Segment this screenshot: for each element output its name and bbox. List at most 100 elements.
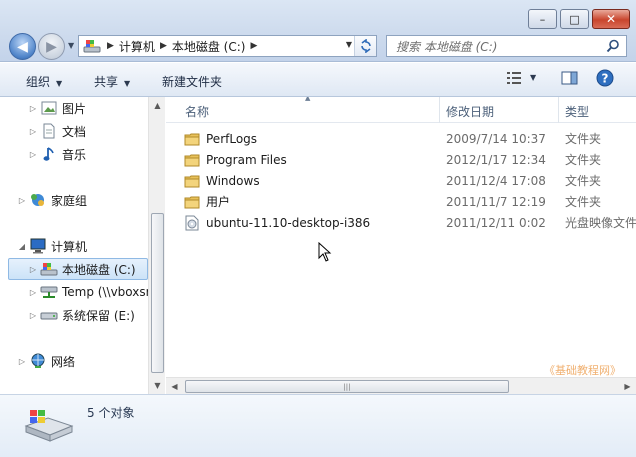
item-count: 5 个对象 bbox=[87, 406, 135, 420]
nav-item-homegroup[interactable]: ▷ 家庭组 bbox=[17, 189, 87, 211]
local-disk-large-icon bbox=[22, 408, 74, 445]
mouse-pointer-icon bbox=[318, 242, 332, 262]
expand-arrow-icon[interactable]: ▷ bbox=[28, 311, 38, 320]
back-arrow-icon: ◀ bbox=[17, 38, 28, 55]
breadcrumb-separator-icon[interactable]: ▶ bbox=[160, 41, 167, 51]
expand-arrow-icon[interactable]: ▷ bbox=[28, 127, 38, 136]
file-type: 文件夹 bbox=[565, 153, 602, 167]
svg-text:?: ? bbox=[602, 72, 609, 86]
refresh-button[interactable] bbox=[354, 36, 376, 56]
search-input[interactable]: 搜索 本地磁盘 (C:) bbox=[386, 35, 627, 57]
column-header-type[interactable]: 类型 bbox=[565, 103, 589, 120]
local-disk-icon bbox=[82, 37, 102, 55]
nav-item-computer[interactable]: ◢ 计算机 bbox=[17, 235, 87, 257]
expand-arrow-icon[interactable]: ▷ bbox=[28, 288, 38, 297]
file-type: 文件夹 bbox=[565, 132, 602, 146]
refresh-icon bbox=[360, 39, 371, 53]
scroll-down-arrow-icon[interactable]: ▼ bbox=[149, 377, 166, 394]
nav-item-system-reserved-e[interactable]: ▷ 系统保留 (E:) bbox=[28, 304, 135, 326]
view-options-dropdown-icon[interactable]: ▼ bbox=[530, 73, 536, 82]
breadcrumb-computer[interactable]: 计算机 bbox=[119, 38, 155, 55]
nav-item-documents[interactable]: ▷ 文档 bbox=[28, 120, 86, 142]
drive-icon bbox=[40, 307, 58, 323]
change-view-button[interactable] bbox=[506, 71, 522, 88]
command-bar: 组织 ▼ 共享 ▼ 新建文件夹 ▼ ? bbox=[0, 63, 636, 97]
maximize-icon: □ bbox=[569, 12, 580, 26]
window-titlebar: – □ ✕ ◀ ▶ ▼ ▶ 计算机 ▶ 本地磁盘 (C:) ▶ ▼ 搜索 本地磁… bbox=[0, 0, 636, 62]
minimize-button[interactable]: – bbox=[528, 9, 557, 29]
expand-arrow-icon[interactable]: ▷ bbox=[17, 357, 27, 366]
scroll-up-arrow-icon[interactable]: ▲ bbox=[149, 97, 166, 114]
nav-item-pictures[interactable]: ▷ 图片 bbox=[28, 97, 86, 119]
address-history-dropdown-icon[interactable]: ▼ bbox=[346, 40, 352, 49]
address-bar[interactable]: ▶ 计算机 ▶ 本地磁盘 (C:) ▶ ▼ bbox=[78, 35, 377, 57]
share-button[interactable]: 共享 ▼ bbox=[94, 73, 130, 90]
file-row[interactable]: ubuntu-11.10-desktop-i386 2011/12/11 0:02… bbox=[184, 212, 636, 233]
new-folder-button[interactable]: 新建文件夹 bbox=[162, 73, 222, 90]
folder-icon bbox=[184, 131, 200, 146]
scrollbar-thumb[interactable] bbox=[151, 213, 164, 373]
pictures-icon bbox=[40, 100, 58, 116]
breadcrumb-local-disk[interactable]: 本地磁盘 (C:) bbox=[172, 38, 246, 55]
preview-pane-icon bbox=[561, 71, 578, 85]
breadcrumb-separator-icon[interactable]: ▶ bbox=[250, 41, 257, 51]
forward-arrow-icon: ▶ bbox=[46, 38, 57, 55]
navigation-pane: ▷ 图片 ▷ 文档 ▷ 音乐 ▷ 家庭组 ◢ 计算机 ▷ 本地磁盘 (C:) ▷… bbox=[0, 97, 148, 394]
nav-label-documents: 文档 bbox=[62, 124, 87, 139]
file-row[interactable]: Program Files 2012/1/17 12:34 文件夹 bbox=[184, 149, 636, 170]
column-divider[interactable] bbox=[558, 97, 559, 123]
view-list-icon bbox=[507, 72, 521, 84]
file-type: 光盘映像文件 bbox=[565, 216, 636, 230]
collapse-arrow-icon[interactable]: ◢ bbox=[17, 242, 27, 251]
file-row[interactable]: PerfLogs 2009/7/14 10:37 文件夹 bbox=[184, 128, 636, 149]
folder-icon bbox=[184, 194, 200, 209]
nav-item-local-disk-c[interactable]: ▷ 本地磁盘 (C:) bbox=[8, 258, 148, 280]
close-icon: ✕ bbox=[605, 12, 617, 26]
music-icon bbox=[40, 146, 58, 162]
minimize-icon: – bbox=[539, 12, 546, 26]
file-row[interactable]: Windows 2011/12/4 17:08 文件夹 bbox=[184, 170, 636, 191]
column-divider[interactable] bbox=[439, 97, 440, 123]
search-icon[interactable] bbox=[606, 39, 620, 53]
column-header-row: ▲ 名称 修改日期 类型 bbox=[166, 97, 636, 123]
nav-item-network[interactable]: ▷ 网络 bbox=[17, 350, 75, 372]
file-type: 文件夹 bbox=[565, 195, 602, 209]
nav-label-temp-share: Temp (\\vboxsr bbox=[62, 285, 148, 299]
disc-image-icon bbox=[184, 215, 200, 230]
file-type: 文件夹 bbox=[565, 174, 602, 188]
nav-item-temp-share[interactable]: ▷ Temp (\\vboxsr bbox=[28, 281, 148, 303]
folder-icon bbox=[184, 152, 200, 167]
nav-label-computer: 计算机 bbox=[51, 239, 88, 254]
close-button[interactable]: ✕ bbox=[592, 9, 630, 29]
expand-arrow-icon[interactable]: ▷ bbox=[28, 104, 38, 113]
nav-label-music: 音乐 bbox=[62, 147, 87, 162]
expand-arrow-icon[interactable]: ▷ bbox=[17, 196, 27, 205]
organize-label: 组织 bbox=[26, 75, 51, 89]
help-button[interactable]: ? bbox=[596, 69, 614, 90]
file-list-horizontal-scrollbar[interactable]: ◀ ||| ▶ bbox=[166, 377, 636, 394]
file-row[interactable]: 用户 2011/11/7 12:19 文件夹 bbox=[184, 191, 636, 212]
back-button[interactable]: ◀ bbox=[9, 33, 36, 60]
navigation-pane-scrollbar[interactable]: ▲ ▼ bbox=[148, 97, 165, 394]
expand-arrow-icon[interactable]: ▷ bbox=[28, 265, 38, 274]
file-date: 2012/1/17 12:34 bbox=[446, 152, 546, 167]
chevron-down-icon: ▼ bbox=[124, 79, 131, 88]
scroll-left-arrow-icon[interactable]: ◀ bbox=[166, 378, 183, 394]
scrollbar-thumb[interactable]: ||| bbox=[185, 380, 509, 393]
file-date: 2011/11/7 12:19 bbox=[446, 194, 546, 209]
nav-label-homegroup: 家庭组 bbox=[51, 193, 88, 208]
sort-ascending-icon: ▲ bbox=[305, 97, 311, 102]
expand-arrow-icon[interactable]: ▷ bbox=[28, 150, 38, 159]
nav-label-network: 网络 bbox=[51, 354, 76, 369]
nav-item-music[interactable]: ▷ 音乐 bbox=[28, 143, 86, 165]
recent-pages-dropdown-icon[interactable]: ▼ bbox=[68, 41, 74, 50]
forward-button[interactable]: ▶ bbox=[38, 33, 65, 60]
preview-pane-button[interactable] bbox=[561, 71, 578, 88]
column-header-date[interactable]: 修改日期 bbox=[446, 103, 494, 120]
file-name: Program Files bbox=[206, 152, 287, 167]
scroll-right-arrow-icon[interactable]: ▶ bbox=[619, 378, 636, 394]
breadcrumb-separator-icon[interactable]: ▶ bbox=[107, 41, 114, 51]
organize-button[interactable]: 组织 ▼ bbox=[26, 73, 62, 90]
column-header-name[interactable]: 名称 bbox=[185, 103, 209, 120]
maximize-button[interactable]: □ bbox=[560, 9, 589, 29]
